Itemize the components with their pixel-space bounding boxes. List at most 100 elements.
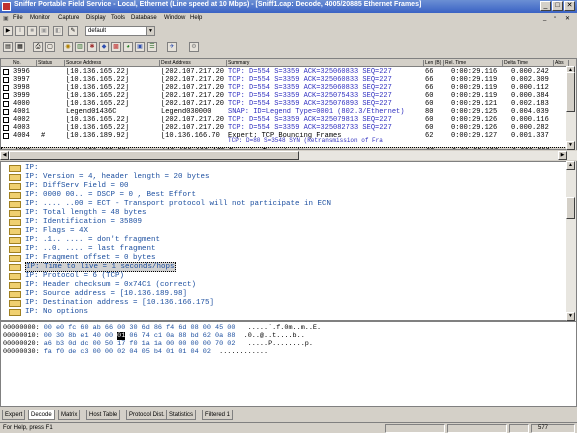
- table-row[interactable]: 3999 [10.136.165.22] [202.107.217.20 TCP: D…: [1, 92, 567, 100]
- decode-line[interactable]: IP: Flags = 4X: [9, 227, 88, 236]
- print-icon[interactable]: ⎙: [33, 42, 43, 52]
- menu-file[interactable]: File: [13, 15, 23, 21]
- decode-line[interactable]: IP: Header checksum = 0x74C1 (correct): [9, 281, 196, 290]
- packet-generator-icon[interactable]: ✈: [167, 42, 177, 52]
- menu-help[interactable]: Help: [190, 15, 202, 21]
- column-header-rel-time[interactable]: Rel. Time: [445, 60, 503, 67]
- options-icon[interactable]: ⚙: [189, 42, 199, 52]
- stop-capture-icon[interactable]: ■: [27, 26, 37, 36]
- decode-line[interactable]: IP:: [9, 164, 39, 173]
- summary-horizontal-scrollbar[interactable]: ◀ ▶: [0, 151, 577, 160]
- decode-line[interactable]: IP: Total length = 48 bytes: [9, 209, 147, 218]
- hex-line[interactable]: 00000010: 00 30 8b e1 40 00 01 06 74 c1 0…: [3, 332, 305, 340]
- tab-protocol-dist[interactable]: Protocol Dist.: [126, 410, 168, 420]
- menu-monitor[interactable]: Monitor: [30, 15, 50, 21]
- pause-capture-icon[interactable]: ‖: [15, 26, 25, 36]
- column-header-source[interactable]: Source Address: [66, 60, 160, 67]
- row-checkbox[interactable]: [3, 69, 9, 75]
- matrix-icon[interactable]: ✱: [87, 42, 97, 52]
- decode-line[interactable]: IP: Version = 4, header length = 20 byte…: [9, 173, 210, 182]
- table-row[interactable]: 3996 [10.136.165.22] [202.107.217.20 TCP: D…: [1, 68, 567, 76]
- detail-scroll-thumb[interactable]: [566, 197, 575, 219]
- table-row[interactable]: 4003 [10.136.165.22] [202.107.217.20 TCP: D…: [1, 124, 567, 132]
- row-checkbox[interactable]: [3, 93, 9, 99]
- table-row[interactable]: 3998 [10.136.165.22] [202.107.217.20 TCP: D…: [1, 84, 567, 92]
- column-header-len[interactable]: Len (B): [425, 60, 444, 67]
- menu-display[interactable]: Display: [86, 15, 106, 21]
- tab-decode[interactable]: Decode: [28, 410, 55, 420]
- global-statistics-icon[interactable]: ▣: [135, 42, 145, 52]
- table-row[interactable]: 4002 [10.136.165.22] [202.107.217.20 TCP: D…: [1, 116, 567, 124]
- hex-line[interactable]: 00000030: fa f0 de c3 00 00 02 04 05 b4 0…: [3, 348, 268, 356]
- close-button[interactable]: ✕: [564, 1, 575, 11]
- tab-filtered-1[interactable]: Filtered 1: [202, 410, 234, 420]
- decode-line[interactable]: IP: Destination address = [10.136.166.17…: [9, 299, 214, 308]
- define-filter-icon[interactable]: ✎: [68, 26, 78, 36]
- column-header-status[interactable]: Status: [38, 60, 65, 67]
- host-table-icon[interactable]: ▥: [75, 42, 85, 52]
- menu-window[interactable]: Window: [164, 15, 185, 21]
- doc-icon[interactable]: ▣: [3, 15, 9, 22]
- save-icon[interactable]: ▦: [15, 42, 25, 52]
- decode-line[interactable]: IP: DiffServ Field = 00: [9, 182, 129, 191]
- menu-tools[interactable]: Tools: [111, 15, 125, 21]
- row-checkbox[interactable]: [3, 77, 9, 83]
- decode-line[interactable]: IP: .1.. .... = don't fragment: [9, 236, 160, 245]
- row-checkbox[interactable]: [4, 149, 10, 150]
- decode-line[interactable]: IP: .... ..00 = ECT - Transport protocol…: [9, 200, 331, 209]
- doc-minimize-button[interactable]: _: [543, 15, 546, 21]
- tab-expert[interactable]: Expert: [2, 410, 26, 420]
- scroll-down-icon[interactable]: ▼: [566, 141, 575, 150]
- menu-database[interactable]: Database: [131, 15, 157, 21]
- stop-display-icon[interactable]: ▣: [39, 26, 49, 36]
- maximize-button[interactable]: □: [552, 1, 563, 11]
- start-capture-icon[interactable]: ▶: [3, 26, 13, 36]
- summary-vertical-scrollbar[interactable]: ▲ ▼: [566, 66, 576, 150]
- history-samples-icon[interactable]: ▩: [111, 42, 121, 52]
- horizontal-scroll-thumb[interactable]: [9, 151, 299, 160]
- row-checkbox[interactable]: [3, 109, 9, 115]
- decode-line[interactable]: IP: Source address = [10.136.189.98]: [9, 290, 187, 299]
- scroll-right-icon[interactable]: ▶: [558, 151, 567, 160]
- column-header-summary[interactable]: Summary: [228, 60, 424, 67]
- menu-capture[interactable]: Capture: [58, 15, 79, 21]
- detail-scroll-up-icon[interactable]: ▲: [566, 161, 575, 170]
- row-checkbox[interactable]: [3, 85, 9, 91]
- chevron-down-icon[interactable]: ▼: [146, 27, 154, 35]
- decode-line[interactable]: IP: 0000 00.. = DSCP = 0 , Best Effort: [9, 191, 196, 200]
- print-preview-icon[interactable]: ▢: [45, 42, 55, 52]
- minimize-button[interactable]: _: [540, 1, 551, 11]
- decode-line[interactable]: IP: ..0. .... = last fragment: [9, 245, 156, 254]
- detail-scroll-down-icon[interactable]: ▼: [566, 312, 575, 321]
- tab-statistics[interactable]: Statistics: [166, 410, 197, 420]
- decode-line[interactable]: IP: No options: [9, 308, 88, 317]
- open-icon[interactable]: ▤: [3, 42, 13, 52]
- table-row[interactable]: 4001 Legend01436C Legend030000 SNAP: ID=Leg…: [1, 108, 567, 116]
- scroll-thumb[interactable]: [566, 72, 575, 112]
- doc-restore-button[interactable]: ▫: [554, 15, 556, 21]
- row-checkbox[interactable]: [3, 125, 9, 131]
- hex-line[interactable]: 00000000: 00 e0 fc 60 ab 66 00 30 6d 86 f…: [3, 324, 321, 332]
- row-checkbox[interactable]: [3, 101, 9, 107]
- column-header-dest[interactable]: Dest Address: [161, 60, 227, 67]
- decode-line[interactable]: IP: Time to live = 1 seconds/hops: [9, 262, 176, 272]
- filter-profile-select[interactable]: default ▼: [85, 26, 155, 36]
- tab-matrix[interactable]: Matrix: [58, 410, 81, 420]
- row-checkbox[interactable]: [3, 133, 9, 139]
- table-row[interactable]: 4004 # [10.136.189.92] [10.136.166.70 Expert…: [1, 132, 567, 144]
- column-header-no[interactable]: No.: [13, 60, 37, 67]
- column-header-delta-time[interactable]: Delta Time: [504, 60, 554, 67]
- decode-line[interactable]: IP: Protocol = 6 (TCP): [9, 272, 124, 281]
- table-row[interactable]: 4000 [10.136.165.22] [202.107.217.20 TCP: D…: [1, 100, 567, 108]
- table-row[interactable]: 3997 [10.136.165.22] [202.107.217.20 TCP: D…: [1, 76, 567, 84]
- protocol-distribution-icon[interactable]: ◕: [123, 42, 133, 52]
- decode-line[interactable]: IP: Identification = 35809: [9, 218, 142, 227]
- row-checkbox[interactable]: [3, 117, 9, 123]
- tab-host-table[interactable]: Host Table: [86, 410, 121, 420]
- application-response-icon[interactable]: ◆: [99, 42, 109, 52]
- alarm-log-icon[interactable]: ☰: [147, 42, 157, 52]
- dashboard-icon[interactable]: ◉: [63, 42, 73, 52]
- hex-line[interactable]: 00000020: a6 b3 0d dc 00 50 17 f0 1a 1a 0…: [3, 340, 313, 348]
- doc-close-button[interactable]: ✕: [565, 15, 570, 22]
- view-capture-icon[interactable]: ◧: [53, 26, 63, 36]
